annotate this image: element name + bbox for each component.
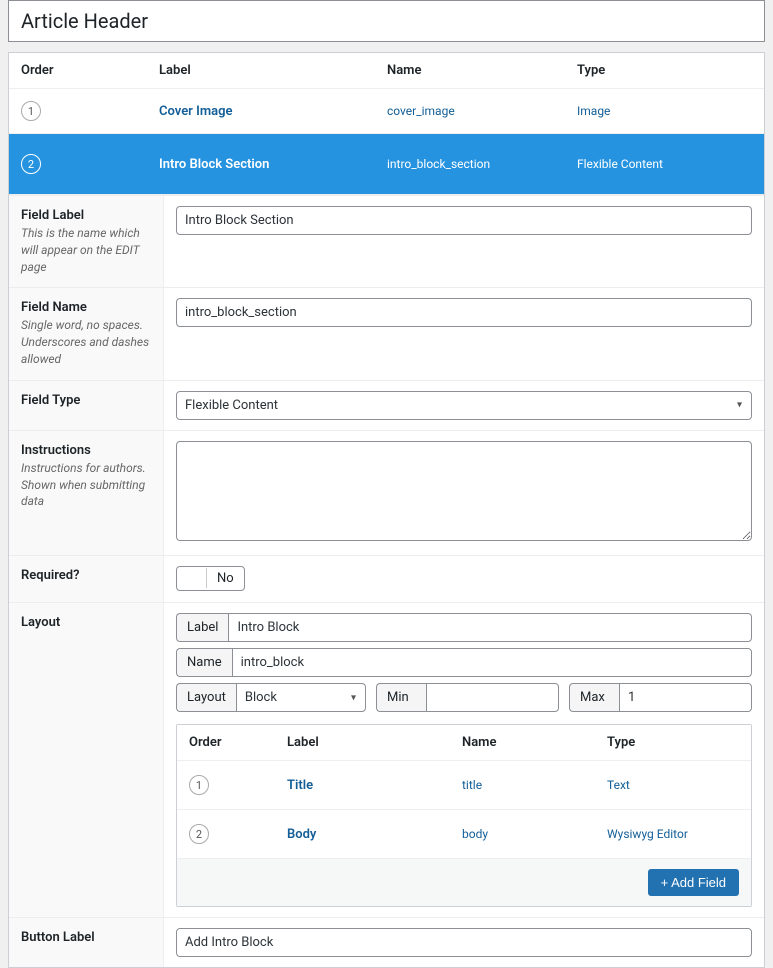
subfield-label-link[interactable]: Title	[287, 778, 313, 793]
subfield-row[interactable]: 2 Body body Wysiwyg Editor	[177, 810, 751, 859]
sub-header-order: Order	[177, 735, 287, 750]
field-label-input[interactable]	[176, 206, 752, 235]
field-type-select[interactable]: Flexible Content	[176, 391, 752, 420]
setting-hint: Single word, no spaces. Underscores and …	[21, 317, 151, 367]
toggle-track	[177, 568, 207, 588]
setting-title: Layout	[21, 615, 151, 630]
field-row[interactable]: 1 Cover Image cover_image Image	[9, 89, 764, 134]
setting-field-label: Field Label This is the name which will …	[9, 195, 764, 287]
order-badge: 2	[189, 824, 209, 844]
layout-max-input[interactable]	[619, 683, 752, 712]
setting-field-name: Field Name Single word, no spaces. Under…	[9, 287, 764, 379]
layout-min-prefix: Min	[376, 683, 426, 712]
layout-display-select[interactable]: Block	[236, 683, 366, 712]
subfield-row[interactable]: 1 Title title Text	[177, 761, 751, 810]
instructions-textarea[interactable]	[176, 441, 752, 541]
header-name: Name	[387, 63, 577, 78]
setting-instructions: Instructions Instructions for authors. S…	[9, 430, 764, 555]
setting-title: Field Label	[21, 208, 151, 223]
fields-table: Order Label Name Type 1 Cover Image cove…	[8, 52, 765, 968]
subfield-label-link[interactable]: Body	[287, 827, 316, 842]
sub-header-label: Label	[287, 735, 462, 750]
setting-required: Required? No	[9, 555, 764, 603]
order-badge: 2	[21, 154, 41, 174]
setting-hint: This is the name which will appear on th…	[21, 225, 151, 275]
layout-name-input[interactable]	[232, 648, 752, 677]
field-group-title[interactable]: Article Header	[8, 0, 765, 42]
layout-name-prefix: Name	[176, 648, 232, 677]
field-label-link[interactable]: Intro Block Section	[159, 157, 269, 172]
layout-label-input[interactable]	[228, 613, 752, 642]
field-row-selected[interactable]: 2 Intro Block Section intro_block_sectio…	[9, 134, 764, 195]
setting-hint: Instructions for authors. Shown when sub…	[21, 460, 151, 510]
subfield-type: Text	[607, 778, 630, 792]
sub-header-type: Type	[607, 735, 751, 750]
setting-title: Instructions	[21, 443, 151, 458]
field-type-text: Flexible Content	[577, 157, 663, 171]
subfield-name: body	[462, 827, 488, 841]
layout-label-prefix: Label	[176, 613, 228, 642]
header-order: Order	[9, 63, 159, 78]
layout-max-prefix: Max	[569, 683, 619, 712]
field-name-input[interactable]	[176, 298, 752, 327]
subfield-type: Wysiwyg Editor	[607, 827, 688, 841]
field-name-text: cover_image	[387, 104, 455, 118]
sub-header-name: Name	[462, 735, 607, 750]
subfields-table: Order Label Name Type 1 Title title Text	[176, 724, 752, 907]
layout-min-input[interactable]	[426, 683, 559, 712]
setting-title: Field Type	[21, 393, 151, 408]
toggle-value: No	[207, 567, 244, 590]
setting-title: Required?	[21, 568, 151, 583]
add-field-button[interactable]: + Add Field	[648, 869, 739, 896]
header-label: Label	[159, 63, 387, 78]
field-name-text: intro_block_section	[387, 157, 490, 171]
setting-title: Field Name	[21, 300, 151, 315]
header-type: Type	[577, 63, 764, 78]
layout-display-prefix: Layout	[176, 683, 236, 712]
required-toggle[interactable]: No	[176, 566, 245, 591]
order-badge: 1	[189, 775, 209, 795]
setting-title: Button Label	[21, 930, 151, 945]
setting-layout: Layout Label Name Layout	[9, 602, 764, 917]
order-badge: 1	[21, 101, 41, 121]
button-label-input[interactable]	[176, 928, 752, 957]
field-label-link[interactable]: Cover Image	[159, 104, 233, 119]
fields-table-header: Order Label Name Type	[9, 53, 764, 89]
setting-button-label: Button Label	[9, 917, 764, 967]
field-type-text: Image	[577, 104, 610, 118]
setting-field-type: Field Type Flexible Content ▾	[9, 380, 764, 430]
subfield-name: title	[462, 778, 482, 792]
